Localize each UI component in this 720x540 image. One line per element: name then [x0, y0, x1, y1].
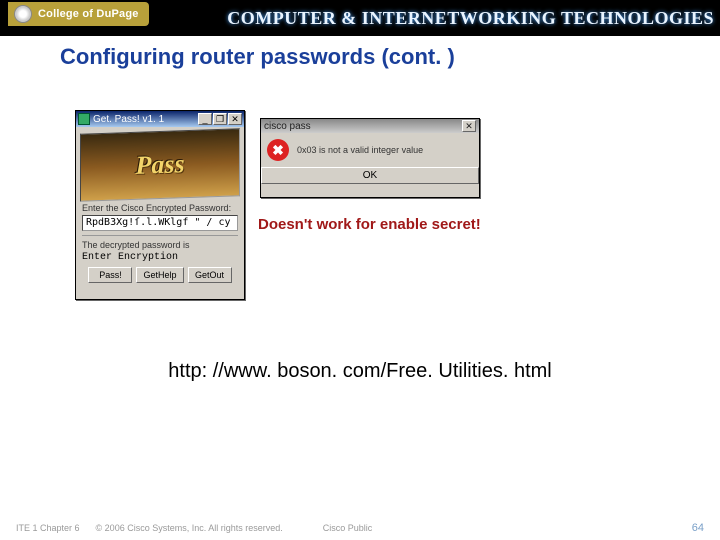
header-band: College of DuPage COMPUTER & INTERNETWOR…	[0, 0, 720, 36]
cisco-titlebar: cisco pass ✕	[261, 119, 479, 133]
encrypted-password-input[interactable]: RpdB3Xg!ſ.l.WKlgf " / cy	[82, 215, 238, 231]
exit-button[interactable]: GetOut	[188, 267, 232, 283]
college-badge: College of DuPage	[8, 2, 149, 26]
help-button[interactable]: GetHelp	[136, 267, 183, 283]
getpass-titlebar: Get. Pass! v1. 1 _ ❐ ✕	[76, 111, 244, 127]
url-text: http: //www. boson. com/Free. Utilities.…	[0, 360, 720, 383]
getpass-title-text: Get. Pass! v1. 1	[93, 114, 164, 125]
banner-title: COMPUTER & INTERNETWORKING TECHNOLOGIES	[227, 0, 720, 36]
divider	[82, 235, 238, 236]
cisco-body: ✖ 0x03 is not a valid integer value	[261, 133, 479, 167]
cisco-title-text: cisco pass	[264, 121, 311, 132]
ok-button[interactable]: OK	[261, 167, 479, 184]
error-text: 0x03 is not a valid integer value	[297, 145, 423, 155]
getpass-window: Get. Pass! v1. 1 _ ❐ ✕ Pass Enter the Ci…	[75, 110, 245, 300]
restore-button[interactable]: ❐	[213, 113, 227, 125]
page-number: 64	[692, 522, 704, 534]
error-icon: ✖	[267, 139, 289, 161]
footer-classification: Cisco Public	[323, 523, 373, 533]
footer-copyright: © 2006 Cisco Systems, Inc. All rights re…	[96, 523, 283, 533]
decrypt-button[interactable]: Pass!	[88, 267, 132, 283]
slide-title: Configuring router passwords (cont. )	[60, 44, 720, 70]
globe-icon	[14, 5, 32, 23]
close-button[interactable]: ✕	[228, 113, 242, 125]
app-icon	[78, 113, 90, 125]
decrypted-value: Enter Encryption	[82, 252, 238, 263]
decrypted-label: The decrypted password is	[82, 240, 238, 250]
input-label: Enter the Cisco Encrypted Password:	[82, 203, 238, 213]
callout-text: Doesn't work for enable secret!	[258, 216, 481, 233]
minimize-button[interactable]: _	[198, 113, 212, 125]
footer-chapter: ITE 1 Chapter 6	[16, 523, 80, 533]
footer: ITE 1 Chapter 6 © 2006 Cisco Systems, In…	[0, 522, 720, 534]
college-label: College of DuPage	[38, 8, 139, 20]
cisco-close-button[interactable]: ✕	[462, 120, 476, 132]
button-row: Pass! GetHelp GetOut	[80, 267, 240, 283]
getpass-logo: Pass	[80, 128, 240, 202]
cisco-dialog: cisco pass ✕ ✖ 0x03 is not a valid integ…	[260, 118, 480, 198]
